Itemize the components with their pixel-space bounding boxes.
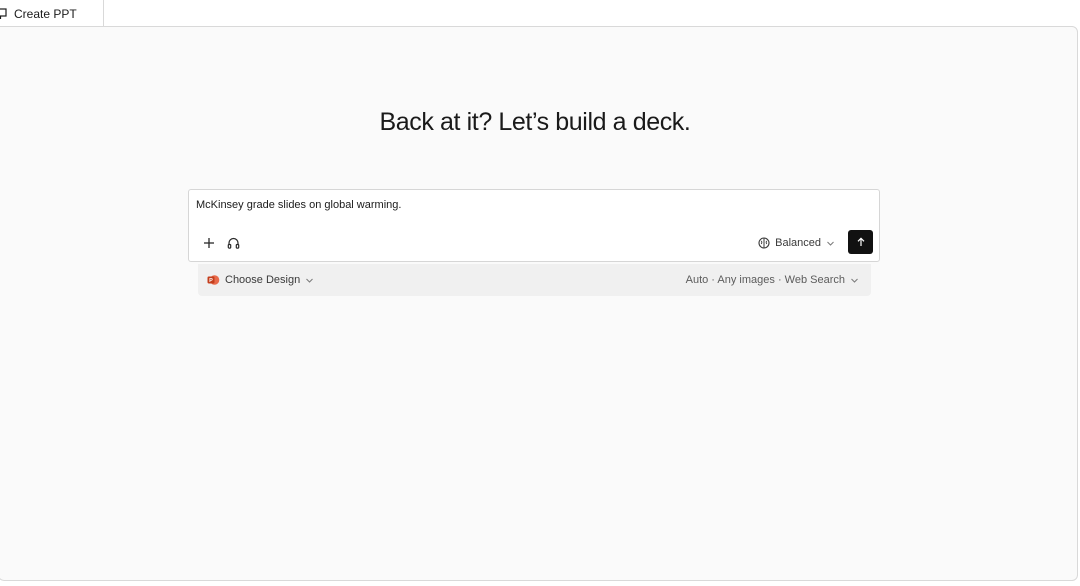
powerpoint-icon: P [207,275,220,285]
add-attachment-button[interactable] [199,233,219,253]
tab-create-ppt[interactable]: Create PPT [0,0,104,27]
mode-label: Balanced [775,237,821,249]
options-bar: P Choose Design Auto · Any images · Web … [198,264,871,296]
brain-icon [758,237,770,249]
page-title: Back at it? Let’s build a deck. [379,108,691,136]
arrow-up-icon [857,237,864,246]
prompt-box[interactable]: McKinsey grade slides on global warming.… [188,189,880,262]
tab-strip: Create PPT [0,0,1080,27]
chevron-down-icon [826,239,835,248]
choose-design-select[interactable]: P Choose Design [207,272,314,288]
chevron-down-icon [305,276,314,285]
svg-text:P: P [209,278,213,284]
prompt-input[interactable]: McKinsey grade slides on global warming. [196,199,796,211]
headphones-icon [227,237,239,249]
generation-settings-label: Auto · Any images · Web Search [685,274,845,286]
plus-icon [204,238,214,248]
send-button[interactable] [848,230,873,254]
choose-design-label: Choose Design [225,274,301,286]
presentation-icon [0,7,8,21]
voice-button[interactable] [223,233,243,253]
generation-settings-select[interactable]: Auto · Any images · Web Search [686,272,859,288]
mode-select[interactable]: Balanced [758,234,835,252]
chevron-down-icon [850,276,859,285]
tab-label: Create PPT [14,6,77,21]
